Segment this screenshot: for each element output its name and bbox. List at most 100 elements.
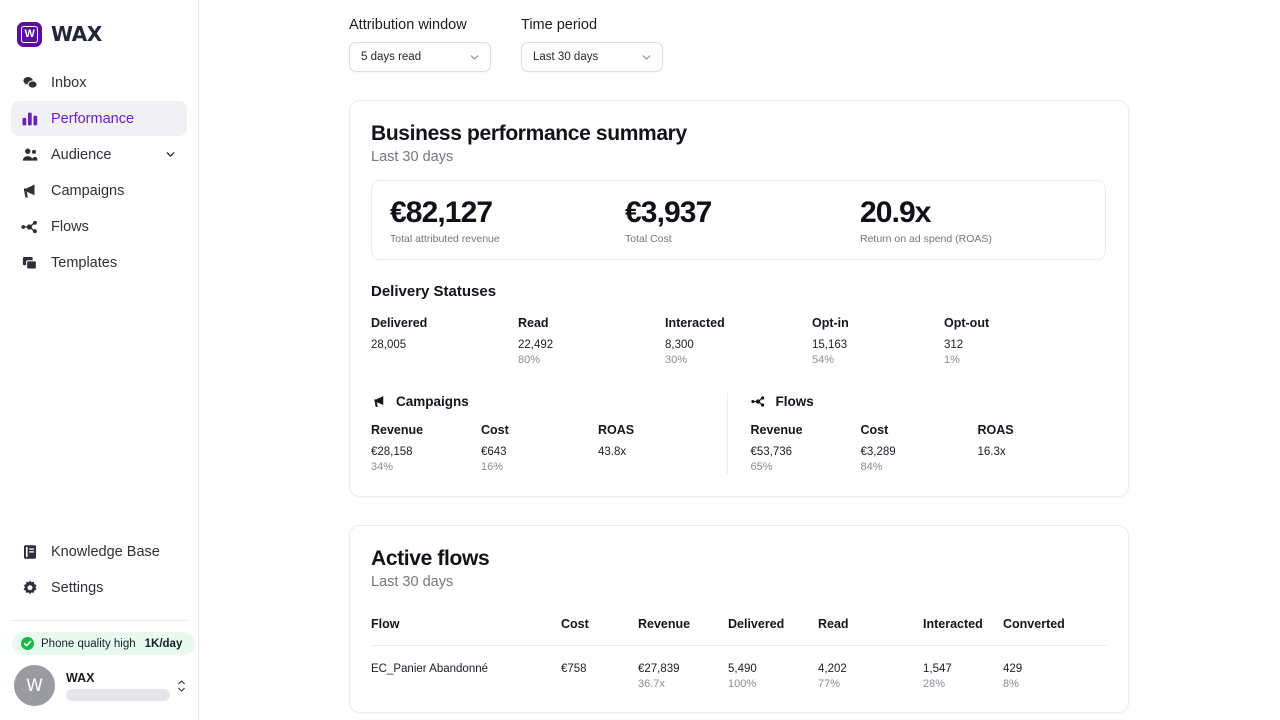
phone-quality-rate: 1K/day: [145, 638, 183, 650]
column-header-flow: Flow: [371, 617, 561, 645]
chat-bubbles-icon: [21, 74, 39, 92]
panel-stats-row: Revenue €53,736 65% Cost €3,289 84% ROAS: [751, 423, 1107, 474]
attribution-window-select[interactable]: 5 days read: [349, 42, 491, 72]
time-period-filter: Time period Last 30 days: [521, 17, 663, 72]
account-switcher[interactable]: W WAX: [0, 655, 198, 720]
cell-revenue-value: €27,839: [638, 663, 728, 675]
panel-flows: Flows Revenue €53,736 65% Cost €3,289: [727, 393, 1107, 474]
stat-value: 15,163: [812, 339, 944, 351]
cell-converted: 429 8%: [1003, 646, 1093, 690]
delivery-statuses-row: Delivered 28,005 Read 22,492 80% Interac…: [371, 316, 1106, 367]
cell-delivered-value: 5,490: [728, 663, 818, 675]
stat-value: 22,492: [518, 339, 665, 351]
stat-value: €53,736: [751, 446, 861, 458]
kpi-value: 20.9x: [860, 197, 992, 229]
stat-percent: 65%: [751, 461, 861, 474]
flows-stat-roas: ROAS 16.3x: [978, 423, 1078, 474]
sidebar-item-audience[interactable]: Audience: [11, 137, 187, 172]
stat-label: Cost: [861, 423, 978, 437]
stat-label: Opt-out: [944, 316, 1054, 330]
sidebar-item-flows[interactable]: Flows: [11, 209, 187, 244]
stat-value: €3,289: [861, 446, 978, 458]
stat-label: Revenue: [751, 423, 861, 437]
kpi-value: €3,937: [625, 197, 860, 229]
panel-title: Campaigns: [396, 394, 469, 409]
time-period-select[interactable]: Last 30 days: [521, 42, 663, 72]
kpi-value: €82,127: [390, 197, 625, 229]
stat-value: 16.3x: [978, 446, 1078, 458]
column-header-converted: Converted: [1003, 617, 1093, 645]
delivery-stat-interacted: Interacted 8,300 30%: [665, 316, 812, 367]
stat-value: 43.8x: [598, 446, 698, 458]
sidebar-item-label: Knowledge Base: [51, 544, 160, 560]
cell-cost: €758: [561, 646, 638, 675]
time-period-label: Time period: [521, 17, 663, 33]
stat-value: 8,300: [665, 339, 812, 351]
megaphone-icon: [21, 182, 39, 200]
stat-label: Interacted: [665, 316, 812, 330]
stat-label: Read: [518, 316, 665, 330]
sidebar-item-templates[interactable]: Templates: [11, 245, 187, 280]
sidebar-item-label: Inbox: [51, 75, 86, 91]
kpi-label: Total Cost: [625, 233, 860, 245]
sidebar-item-performance[interactable]: Performance: [11, 101, 187, 136]
flow-nodes-icon: [21, 218, 39, 236]
attribution-window-label: Attribution window: [349, 17, 491, 33]
stat-label: Revenue: [371, 423, 481, 437]
stat-label: Cost: [481, 423, 598, 437]
column-header-interacted: Interacted: [923, 617, 1003, 645]
cell-interacted: 1,547 28%: [923, 646, 1003, 690]
panel-header: Campaigns: [371, 393, 727, 409]
attribution-window-filter: Attribution window 5 days read: [349, 17, 491, 72]
stat-percent: 54%: [812, 354, 944, 367]
cell-read-value: 4,202: [818, 663, 923, 675]
flows-stat-revenue: Revenue €53,736 65%: [751, 423, 861, 474]
phone-quality-badge[interactable]: Phone quality high 1K/day: [12, 632, 195, 655]
table-row[interactable]: EC_Panier Abandonné €758 €27,839 36.7x 5…: [371, 646, 1106, 690]
flow-nodes-icon: [751, 393, 767, 409]
stat-label: Opt-in: [812, 316, 944, 330]
sidebar-item-inbox[interactable]: Inbox: [11, 65, 187, 100]
stat-percent: 80%: [518, 354, 665, 367]
stat-percent: 34%: [371, 461, 481, 474]
cell-revenue: €27,839 36.7x: [638, 646, 728, 690]
sidebar-item-label: Audience: [51, 147, 111, 163]
check-circle-icon: [21, 637, 34, 650]
cell-delivered: 5,490 100%: [728, 646, 818, 690]
card-subtitle: Last 30 days: [371, 149, 1106, 165]
cell-read: 4,202 77%: [818, 646, 923, 690]
sidebar-item-settings[interactable]: Settings: [11, 570, 187, 605]
brand-logo[interactable]: W WAX: [0, 0, 198, 54]
kpi-box: €82,127 Total attributed revenue €3,937 …: [371, 180, 1106, 260]
cell-interacted-sub: 28%: [923, 678, 1003, 690]
brand-mark-letter: W: [21, 26, 38, 43]
stat-label: ROAS: [598, 423, 698, 437]
stat-percent: 16%: [481, 461, 598, 474]
campaigns-stat-revenue: Revenue €28,158 34%: [371, 423, 481, 474]
stat-percent: [598, 461, 698, 474]
sidebar-nav: Inbox Performance Audience: [0, 54, 198, 280]
time-period-value: Last 30 days: [533, 51, 598, 63]
active-flows-card: Active flows Last 30 days Flow Cost Reve…: [349, 525, 1129, 713]
chevron-down-icon[interactable]: [163, 148, 177, 162]
business-performance-summary-card: Business performance summary Last 30 day…: [349, 100, 1129, 497]
chevron-up-down-icon[interactable]: [175, 678, 188, 694]
cell-converted-sub: 8%: [1003, 678, 1093, 690]
stat-percent: 30%: [665, 354, 812, 367]
stat-percent: [371, 354, 518, 367]
active-flows-title: Active flows: [371, 547, 1106, 571]
cell-flow: EC_Panier Abandonné: [371, 646, 561, 675]
main-content: Attribution window 5 days read Time peri…: [199, 0, 1280, 720]
people-icon: [21, 146, 39, 164]
sidebar-item-campaigns[interactable]: Campaigns: [11, 173, 187, 208]
phone-quality-label: Phone quality high: [41, 638, 136, 650]
megaphone-icon: [371, 393, 387, 409]
templates-icon: [21, 254, 39, 272]
campaigns-stat-roas: ROAS 43.8x: [598, 423, 698, 474]
brand-name: WAX: [51, 22, 102, 46]
account-info: WAX: [66, 671, 164, 701]
sidebar-item-knowledge-base[interactable]: Knowledge Base: [11, 534, 187, 569]
panel-stats-row: Revenue €28,158 34% Cost €643 16% ROAS: [371, 423, 727, 474]
stat-value: €28,158: [371, 446, 481, 458]
sidebar-item-label: Settings: [51, 580, 103, 596]
